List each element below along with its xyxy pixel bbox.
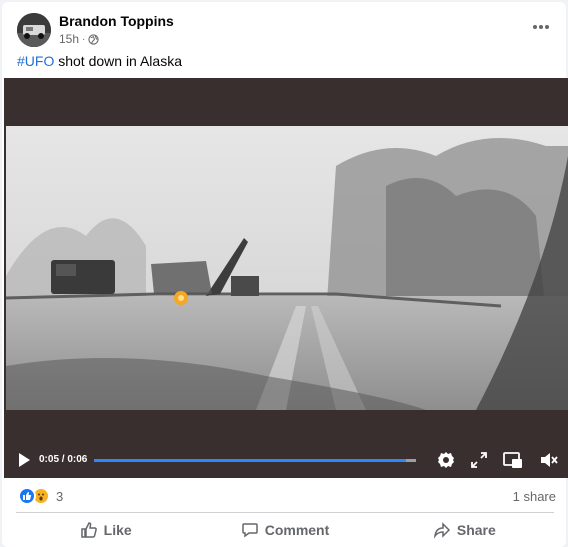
mini-player-icon[interactable] (503, 451, 522, 469)
video-frame[interactable] (6, 126, 568, 410)
share-button[interactable]: Share (375, 515, 554, 545)
thumbs-up-icon (80, 522, 97, 538)
settings-gear-icon[interactable] (437, 451, 455, 469)
comment-icon (241, 523, 258, 538)
video-controls: 0:05 / 0:06 (4, 443, 568, 477)
post-time[interactable]: 15h (59, 32, 79, 46)
more-options-button[interactable] (530, 16, 552, 38)
more-dot (533, 25, 537, 29)
post-meta: 15h · (59, 32, 100, 46)
like-reaction-icon (18, 487, 36, 505)
comment-button[interactable]: Comment (195, 515, 374, 545)
hashtag-link[interactable]: #UFO (17, 53, 54, 69)
globe-icon (88, 33, 100, 45)
volume-muted-icon[interactable] (539, 451, 558, 469)
fullscreen-icon[interactable] (470, 451, 488, 469)
progress-bar[interactable] (94, 459, 416, 462)
reaction-summary[interactable]: 3 (18, 487, 63, 505)
video-player[interactable]: 0:05 / 0:06 (4, 78, 568, 478)
like-label: Like (103, 522, 132, 538)
like-button[interactable]: Like (16, 515, 195, 545)
meta-separator: · (82, 33, 86, 45)
post-actions: Like Comment Share (16, 515, 554, 545)
author-name[interactable]: Brandon Toppins (59, 13, 174, 29)
divider (16, 512, 554, 513)
progress-fill (94, 459, 407, 462)
post-card: Brandon Toppins 15h · #UFO shot down in … (2, 2, 568, 547)
more-dot (539, 25, 543, 29)
share-label: Share (456, 522, 496, 538)
reaction-count: 3 (56, 488, 64, 504)
share-count[interactable]: 1 share (513, 489, 556, 504)
avatar[interactable] (17, 13, 51, 47)
caption-text: shot down in Alaska (58, 53, 182, 69)
post-caption: #UFO shot down in Alaska (17, 53, 182, 69)
video-time: 0:05 / 0:06 (39, 454, 88, 465)
more-dot (545, 25, 549, 29)
comment-label: Comment (264, 522, 330, 538)
share-arrow-icon (433, 522, 450, 539)
play-icon[interactable] (17, 452, 31, 468)
